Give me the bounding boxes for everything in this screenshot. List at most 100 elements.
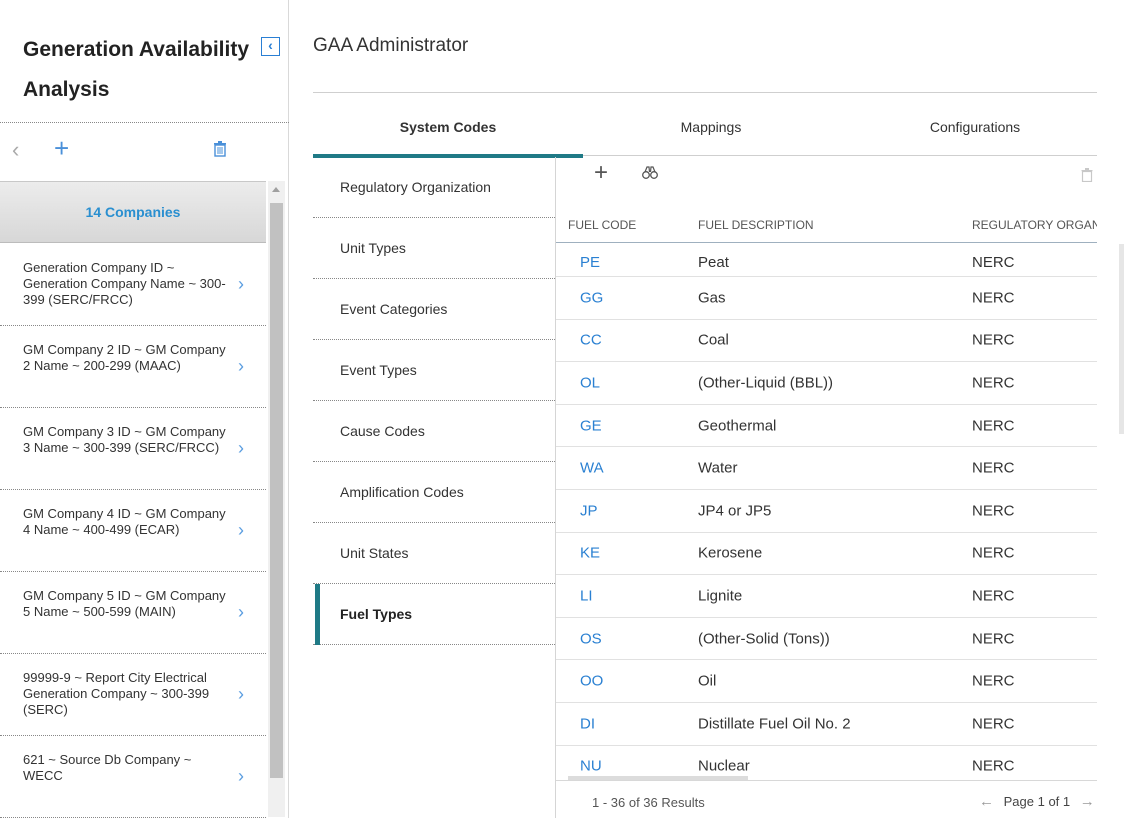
back-icon[interactable]: ‹ xyxy=(12,139,19,161)
company-list-item[interactable]: GM Company 3 ID ~ GM Company 3 Name ~ 30… xyxy=(0,408,266,490)
regulatory-organization-cell: NERC xyxy=(972,630,1015,648)
regulatory-organization-cell: NERC xyxy=(972,459,1015,477)
company-label: GM Company 4 ID ~ GM Company 4 Name ~ 40… xyxy=(23,506,226,537)
fuel-code-cell[interactable]: NU xyxy=(580,758,602,775)
fuel-description-cell: Water xyxy=(698,459,738,477)
nav-item-amplification-codes[interactable]: Amplification Codes xyxy=(313,462,555,523)
nav-item-unit-states[interactable]: Unit States xyxy=(313,523,555,584)
company-list-item[interactable]: 621 ~ Source Db Company ~ WECC › xyxy=(0,736,266,818)
table-row[interactable]: CC Coal NERC xyxy=(556,320,1097,363)
nav-item-event-types[interactable]: Event Types xyxy=(313,340,555,401)
fuel-description-cell: Gas xyxy=(698,289,726,307)
company-count-header: 14 Companies xyxy=(0,181,266,243)
table-row[interactable]: GE Geothermal NERC xyxy=(556,405,1097,448)
collapse-sidebar-icon[interactable]: ‹ xyxy=(261,37,280,56)
result-count: 1 - 36 of 36 Results xyxy=(592,795,705,810)
table-row[interactable]: PE Peat NERC xyxy=(556,244,1097,277)
system-codes-nav: Regulatory Organization Unit Types Event C… xyxy=(313,157,555,645)
table-row[interactable]: NU Nuclear NERC xyxy=(556,746,1097,776)
column-header-fuel-description[interactable]: FUEL DESCRIPTION xyxy=(698,218,814,232)
column-header-regulatory-organization[interactable]: REGULATORY ORGANIZATION xyxy=(972,218,1097,232)
trash-icon[interactable] xyxy=(1081,168,1093,187)
fuel-description-cell: Lignite xyxy=(698,587,743,605)
table-row[interactable]: DI Distillate Fuel Oil No. 2 NERC xyxy=(556,703,1097,746)
fuel-description-cell: Peat xyxy=(698,254,729,271)
binoculars-icon[interactable] xyxy=(642,166,658,185)
scroll-up-icon[interactable] xyxy=(272,187,280,192)
fuel-description-cell: Nuclear xyxy=(698,757,750,775)
company-list: Generation Company ID ~ Generation Compa… xyxy=(0,244,266,818)
nav-item-fuel-types[interactable]: Fuel Types xyxy=(313,584,555,645)
table-row[interactable]: OS (Other-Solid (Tons)) NERC xyxy=(556,618,1097,661)
table-row[interactable]: OL (Other-Liquid (BBL)) NERC xyxy=(556,362,1097,405)
fuel-code-cell[interactable]: LI xyxy=(580,587,593,604)
page-label: Page 1 of 1 xyxy=(1003,794,1071,809)
sidebar: Generation Availability Analysis ‹ ‹ + 1… xyxy=(0,0,289,818)
chevron-right-icon: › xyxy=(238,437,244,458)
tab-mappings[interactable]: Mappings xyxy=(576,93,846,157)
grid-toolbar: + xyxy=(556,157,1097,193)
fuel-code-cell[interactable]: WA xyxy=(580,460,604,477)
table-row[interactable]: LI Lignite NERC xyxy=(556,575,1097,618)
chevron-right-icon: › xyxy=(238,519,244,540)
company-list-item[interactable]: GM Company 2 ID ~ GM Company 2 Name ~ 20… xyxy=(0,326,266,408)
trash-icon[interactable] xyxy=(213,141,227,162)
scroll-thumb[interactable] xyxy=(270,203,283,778)
table-row[interactable]: WA Water NERC xyxy=(556,447,1097,490)
table-row[interactable]: GG Gas NERC xyxy=(556,277,1097,320)
pager: ← Page 1 of 1 → xyxy=(979,793,1095,810)
tab-configurations[interactable]: Configurations xyxy=(840,93,1110,157)
nav-item-regulatory-organization[interactable]: Regulatory Organization xyxy=(313,157,555,218)
nav-item-unit-types[interactable]: Unit Types xyxy=(313,218,555,279)
table-row[interactable]: KE Kerosene NERC xyxy=(556,533,1097,576)
fuel-code-cell[interactable]: PE xyxy=(580,254,600,271)
chevron-right-icon: › xyxy=(238,355,244,376)
fuel-code-cell[interactable]: DI xyxy=(580,715,595,732)
regulatory-organization-cell: NERC xyxy=(972,715,1015,733)
table-row[interactable]: JP JP4 or JP5 NERC xyxy=(556,490,1097,533)
nav-item-cause-codes[interactable]: Cause Codes xyxy=(313,401,555,462)
company-list-item[interactable]: Generation Company ID ~ Generation Compa… xyxy=(0,244,266,326)
fuel-code-cell[interactable]: GE xyxy=(580,417,602,434)
sidebar-toolbar: ‹ + xyxy=(0,122,289,170)
fuel-code-cell[interactable]: KE xyxy=(580,545,600,562)
regulatory-organization-cell: NERC xyxy=(972,417,1015,435)
grid-header: FUEL CODE FUEL DESCRIPTION REGULATORY OR… xyxy=(556,205,1097,243)
company-label: Generation Company ID ~ Generation Compa… xyxy=(23,260,226,307)
company-label: 621 ~ Source Db Company ~ WECC xyxy=(23,752,192,783)
add-icon[interactable]: + xyxy=(594,161,608,185)
chevron-right-icon: › xyxy=(238,765,244,786)
company-list-item[interactable]: GM Company 5 ID ~ GM Company 5 Name ~ 50… xyxy=(0,572,266,654)
grid-vertical-scrollbar[interactable] xyxy=(1119,244,1124,434)
nav-item-event-categories[interactable]: Event Categories xyxy=(313,279,555,340)
fuel-code-cell[interactable]: GG xyxy=(580,289,603,306)
company-label: GM Company 5 ID ~ GM Company 5 Name ~ 50… xyxy=(23,588,226,619)
fuel-code-cell[interactable]: OS xyxy=(580,630,602,647)
fuel-code-cell[interactable]: OO xyxy=(580,673,603,690)
fuel-code-cell[interactable]: OL xyxy=(580,374,600,391)
sidebar-scrollbar[interactable] xyxy=(268,181,285,817)
regulatory-organization-cell: NERC xyxy=(972,502,1015,520)
fuel-code-cell[interactable]: CC xyxy=(580,332,602,349)
next-page-icon[interactable]: → xyxy=(1080,793,1095,810)
grid-body: PE Peat NERC GG Gas NERC CC Coal NERC OL (Other-Li… xyxy=(556,244,1097,776)
regulatory-organization-cell: NERC xyxy=(972,374,1015,392)
fuel-description-cell: Distillate Fuel Oil No. 2 xyxy=(698,715,851,733)
tab-system-codes[interactable]: System Codes xyxy=(313,93,583,158)
fuel-description-cell: (Other-Solid (Tons)) xyxy=(698,630,830,648)
column-header-fuel-code[interactable]: FUEL CODE xyxy=(568,218,636,232)
fuel-code-cell[interactable]: JP xyxy=(580,502,598,519)
regulatory-organization-cell: NERC xyxy=(972,331,1015,349)
prev-page-icon[interactable]: ← xyxy=(979,793,994,810)
regulatory-organization-cell: NERC xyxy=(972,587,1015,605)
company-list-item[interactable]: 99999-9 ~ Report City Electrical Generat… xyxy=(0,654,266,736)
regulatory-organization-cell: NERC xyxy=(972,254,1015,271)
chevron-right-icon: › xyxy=(238,273,244,294)
fuel-description-cell: (Other-Liquid (BBL)) xyxy=(698,374,834,392)
table-row[interactable]: OO Oil NERC xyxy=(556,660,1097,703)
company-list-item[interactable]: GM Company 4 ID ~ GM Company 4 Name ~ 40… xyxy=(0,490,266,572)
fuel-description-cell: Coal xyxy=(698,331,729,349)
add-company-icon[interactable]: + xyxy=(54,135,69,161)
regulatory-organization-cell: NERC xyxy=(972,672,1015,690)
grid-footer: 1 - 36 of 36 Results ← Page 1 of 1 → xyxy=(556,780,1097,818)
